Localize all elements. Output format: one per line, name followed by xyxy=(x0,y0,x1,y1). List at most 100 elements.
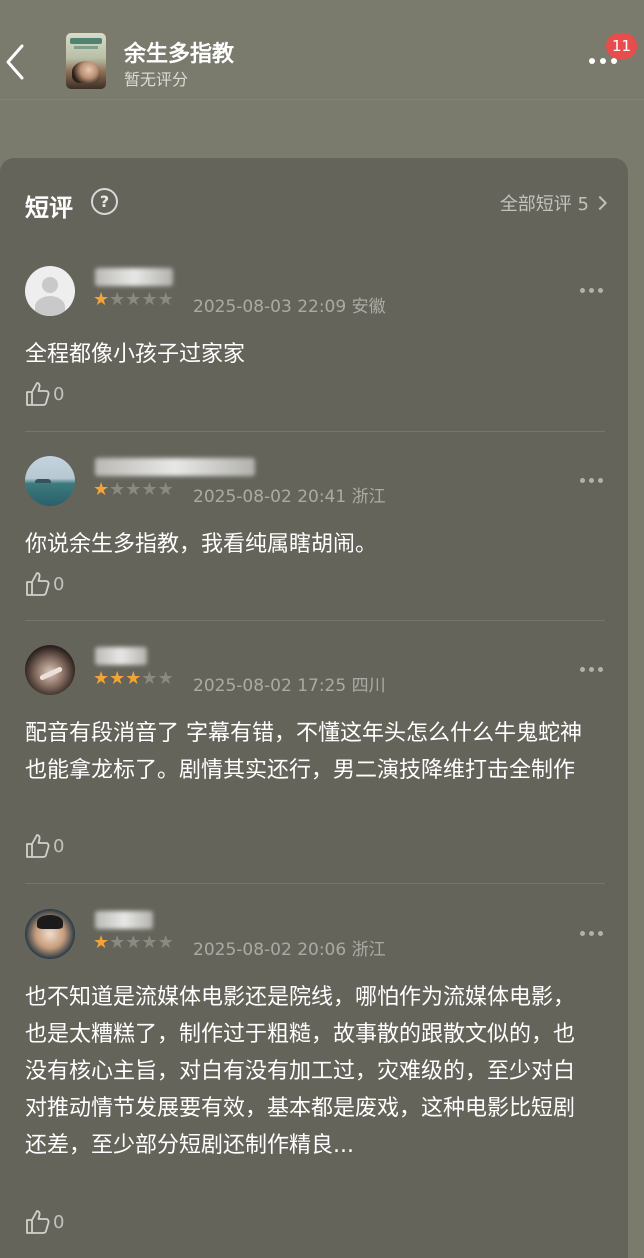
review-more-button[interactable] xyxy=(580,931,603,936)
username-blurred[interactable] xyxy=(95,268,173,286)
username-blurred[interactable] xyxy=(95,647,147,665)
more-dot-icon xyxy=(611,58,617,64)
review-more-button[interactable] xyxy=(580,288,603,293)
thumbs-up-icon xyxy=(26,382,50,406)
username-blurred[interactable] xyxy=(95,911,153,929)
more-dot-icon xyxy=(589,58,595,64)
more-dot-icon xyxy=(600,58,606,64)
more-dot-icon xyxy=(589,288,594,293)
more-dot-icon xyxy=(598,478,603,483)
like-count: 0 xyxy=(53,1211,65,1233)
star-icon: ★ xyxy=(93,289,110,310)
star-rating: ★ ★ ★ ★ ★ xyxy=(93,934,174,952)
divider xyxy=(25,883,605,884)
review-meta: 2025-08-03 22:09 安徽 xyxy=(193,292,386,317)
movie-poster[interactable] xyxy=(66,33,106,89)
star-icon: ★ xyxy=(93,479,110,500)
back-button[interactable] xyxy=(0,38,30,86)
more-dot-icon xyxy=(589,931,594,936)
review-text: 配音有段消音了 字幕有错，不懂这年头怎么什么牛鬼蛇神也能拿龙标了。剧情其实还行，… xyxy=(25,721,582,783)
star-icon: ★ xyxy=(141,668,158,689)
star-icon: ★ xyxy=(93,932,110,953)
short-reviews-card: 短评 ? 全部短评 5 ★ ★ ★ ★ ★ 2025-08-03 22:09 安… xyxy=(0,158,628,1258)
star-icon: ★ xyxy=(109,289,126,310)
review-meta: 2025-08-02 17:25 四川 xyxy=(193,671,386,696)
like-button[interactable]: 0 xyxy=(25,381,64,407)
default-avatar-body xyxy=(35,296,65,316)
review-date: 2025-08-02 17:25 xyxy=(193,676,347,696)
star-icon: ★ xyxy=(141,479,158,500)
review-location: 浙江 xyxy=(351,487,386,507)
all-reviews-label: 全部短评 5 xyxy=(499,194,589,215)
review-location: 安徽 xyxy=(351,297,386,317)
review-text: 全程都像小孩子过家家 xyxy=(25,342,246,367)
username-blurred[interactable] xyxy=(95,458,255,476)
default-avatar-head xyxy=(42,277,58,293)
more-dot-icon xyxy=(589,667,594,672)
avatar[interactable] xyxy=(25,456,75,506)
star-icon: ★ xyxy=(109,479,126,500)
more-dot-icon xyxy=(580,667,585,672)
star-icon: ★ xyxy=(157,668,174,689)
review-more-button[interactable] xyxy=(580,478,603,483)
more-dot-icon xyxy=(598,288,603,293)
top-bar: 余生多指教 暂无评分 11 xyxy=(0,0,644,100)
like-count: 0 xyxy=(53,835,65,857)
divider xyxy=(25,431,605,432)
review-more-button[interactable] xyxy=(580,667,603,672)
like-button[interactable]: 0 xyxy=(25,833,64,859)
movie-title: 余生多指教 xyxy=(124,42,235,67)
review-date: 2025-08-02 20:06 xyxy=(193,940,347,960)
help-icon[interactable]: ? xyxy=(91,188,118,215)
star-icon: ★ xyxy=(141,289,158,310)
chevron-left-icon xyxy=(6,44,24,80)
like-button[interactable]: 0 xyxy=(25,1209,64,1235)
review-item: ★ ★ ★ ★ ★ 2025-08-02 20:06 浙江 也不知道是流媒体电影… xyxy=(25,909,605,1239)
review-text: 你说余生多指教，我看纯属瞎胡闹。 xyxy=(25,532,378,557)
poster-title-art xyxy=(70,38,102,44)
section-title: 短评 xyxy=(25,194,73,222)
notification-badge: 11 xyxy=(606,33,638,59)
review-meta: 2025-08-02 20:41 浙江 xyxy=(193,482,386,507)
avatar-island-art xyxy=(35,479,51,483)
thumbs-up-icon xyxy=(26,572,50,596)
avatar-hand-art xyxy=(39,666,63,681)
all-reviews-link[interactable]: 全部短评 5 xyxy=(499,190,608,216)
movie-rating-status: 暂无评分 xyxy=(124,70,189,89)
avatar[interactable] xyxy=(25,266,75,316)
star-icon: ★ xyxy=(93,668,110,689)
star-icon: ★ xyxy=(109,668,126,689)
like-count: 0 xyxy=(53,573,65,595)
review-date: 2025-08-03 22:09 xyxy=(193,297,347,317)
review-meta: 2025-08-02 20:06 浙江 xyxy=(193,935,386,960)
avatar[interactable] xyxy=(25,645,75,695)
review-item: ★ ★ ★ ★ ★ 2025-08-02 20:41 浙江 你说余生多指教，我看… xyxy=(25,456,605,616)
review-location: 浙江 xyxy=(351,940,386,960)
thumbs-up-icon xyxy=(26,834,50,858)
more-dot-icon xyxy=(589,478,594,483)
review-item: ★ ★ ★ ★ ★ 2025-08-03 22:09 安徽 全程都像小孩子过家家… xyxy=(25,266,605,426)
star-icon: ★ xyxy=(157,289,174,310)
more-dot-icon xyxy=(580,288,585,293)
star-icon: ★ xyxy=(125,479,142,500)
star-icon: ★ xyxy=(125,668,142,689)
star-icon: ★ xyxy=(109,932,126,953)
star-icon: ★ xyxy=(157,479,174,500)
like-button[interactable]: 0 xyxy=(25,571,64,597)
star-rating: ★ ★ ★ ★ ★ xyxy=(93,670,174,688)
star-rating: ★ ★ ★ ★ ★ xyxy=(93,481,174,499)
more-dot-icon xyxy=(598,667,603,672)
star-rating: ★ ★ ★ ★ ★ xyxy=(93,291,174,309)
star-icon: ★ xyxy=(141,932,158,953)
review-date: 2025-08-02 20:41 xyxy=(193,487,347,507)
avatar[interactable] xyxy=(25,909,75,959)
star-icon: ★ xyxy=(157,932,174,953)
more-dot-icon xyxy=(580,931,585,936)
star-icon: ★ xyxy=(125,932,142,953)
reviews-header: 短评 ? 全部短评 5 xyxy=(25,188,608,222)
like-count: 0 xyxy=(53,383,65,405)
more-dot-icon xyxy=(598,931,603,936)
review-item: ★ ★ ★ ★ ★ 2025-08-02 17:25 四川 配音有段消音了 字幕… xyxy=(25,645,605,870)
divider xyxy=(25,620,605,621)
more-dot-icon xyxy=(580,478,585,483)
